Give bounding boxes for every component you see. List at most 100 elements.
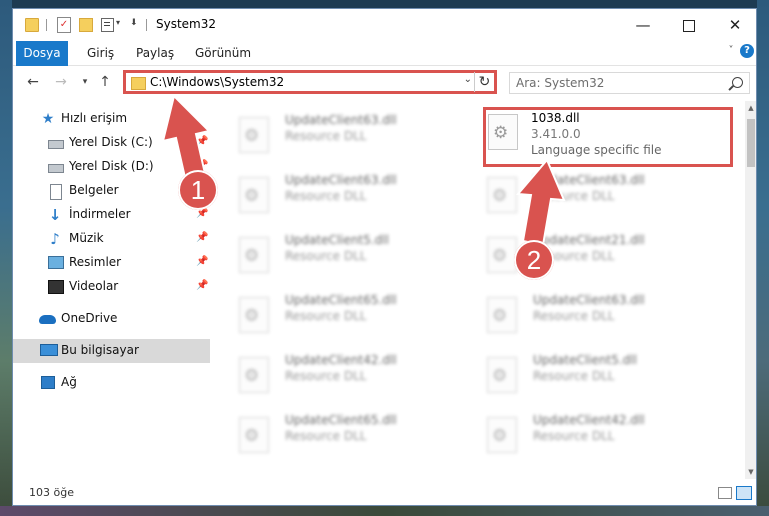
pin-icon[interactable]: 📌 [196,280,208,291]
minimize-button[interactable]: — [620,9,666,41]
sidebar-item-label: Belgeler [69,183,119,197]
dll-file-icon [487,237,517,273]
list-item[interactable]: UpdateClient65.dll Resource DLL [213,409,447,465]
tab-view[interactable]: Görünüm [195,41,251,65]
sidebar-item-music[interactable]: ♪ Müzik 📌 [13,227,210,251]
sidebar-item-downloads[interactable]: ↓ İndirmeler 📌 [13,203,210,227]
list-item[interactable]: UpdateClient63.dll Resource DLL [461,169,695,225]
refresh-button[interactable]: ↻ [474,72,494,92]
file-name: UpdateClient63.dll [285,173,397,187]
dll-file-icon [239,237,269,273]
maximize-button[interactable] [666,9,712,41]
file-type: Resource DLL [285,129,367,143]
pin-icon[interactable]: 📌 [196,256,208,267]
tab-home[interactable]: Giriş [87,41,114,65]
file-type: Resource DLL [533,309,615,323]
navigation-bar: ← → ▾ ↑ C:\Windows\System32 ⌄ ↻ Ara: Sys… [13,66,756,100]
quick-access-dropdown-icon[interactable]: ▾ [116,18,120,27]
sidebar-item-this-pc[interactable]: Bu bilgisayar [13,339,210,363]
help-icon[interactable]: ? [740,44,754,58]
file-list: UpdateClient63.dll Resource DLL UpdateCl… [213,101,741,477]
customize-toolbar-icon[interactable]: ⬇ [130,18,138,28]
list-item[interactable]: UpdateClient5.dll Resource DLL [461,349,695,405]
tab-share[interactable]: Paylaş [136,41,174,65]
forward-button[interactable]: → [51,72,71,92]
dll-file-icon [487,297,517,333]
list-item[interactable]: UpdateClient42.dll Resource DLL [461,409,695,465]
search-placeholder: Ara: System32 [516,76,605,90]
scroll-thumb[interactable] [747,119,755,167]
file-type: Resource DLL [533,429,615,443]
sidebar-item-quick-access[interactable]: ★ Hızlı erişim [13,107,210,131]
list-item[interactable]: UpdateClient5.dll Resource DLL [213,229,447,285]
list-item[interactable]: UpdateClient63.dll Resource DLL [213,109,447,165]
sidebar-item-network[interactable]: Ağ [13,371,210,395]
sidebar-item-onedrive[interactable]: OneDrive [13,307,210,331]
new-folder-icon[interactable] [79,18,93,32]
pin-icon[interactable]: 📌 [196,136,208,147]
pin-icon[interactable]: 📌 [196,232,208,243]
sidebar-item-pictures[interactable]: Resimler 📌 [13,251,210,275]
back-button[interactable]: ← [23,72,43,92]
list-item[interactable]: UpdateClient63.dll Resource DLL [213,169,447,225]
desktop-background-bottom [0,506,769,516]
sidebar-item-local-disk-c[interactable]: Yerel Disk (C:) 📌 [13,131,210,155]
status-bar: 103 öğe [13,481,756,505]
properties-check-icon[interactable]: ✓ [57,17,71,33]
sidebar-item-label: Bu bilgisayar [61,343,139,357]
address-bar[interactable]: C:\Windows\System32 ⌄ ↻ [123,70,497,94]
drive-icon [48,140,64,149]
file-type: Resource DLL [285,429,367,443]
file-type: Resource DLL [285,189,367,203]
close-button[interactable]: ✕ [712,9,756,41]
ribbon: Dosya Giriş Paylaş Görünüm ˅ ? [13,41,756,97]
sidebar-item-local-disk-d[interactable]: Yerel Disk (D:) 📌 [13,155,210,179]
separator [146,19,147,31]
navigation-pane: ★ Hızlı erişim Yerel Disk (C:) 📌 Yerel D… [13,101,210,479]
tiles-view-icon[interactable] [736,486,752,500]
list-item[interactable]: UpdateClient21.dll Resource DLL [461,229,695,285]
search-icon[interactable] [732,77,743,88]
file-type: Resource DLL [285,309,367,323]
file-type: Resource DLL [533,369,615,383]
dll-file-icon [487,417,517,453]
properties-icon[interactable] [101,18,114,32]
file-name: UpdateClient65.dll [285,413,397,427]
folder-icon [131,77,146,90]
sidebar-item-label: Ağ [61,375,77,389]
file-name: UpdateClient42.dll [533,413,645,427]
dll-file-icon [487,357,517,393]
expand-ribbon-icon[interactable]: ˅ [724,45,738,59]
cloud-icon [39,315,56,324]
file-type: Language specific file [531,143,662,157]
address-dropdown-icon[interactable]: ⌄ [464,74,472,85]
file-name: UpdateClient63.dll [533,293,645,307]
documents-icon [50,184,62,200]
recent-locations-button[interactable]: ▾ [75,72,95,92]
sidebar-item-label: Yerel Disk (D:) [69,159,154,173]
vertical-scrollbar[interactable]: ▲ ▼ [745,101,756,479]
up-button[interactable]: ↑ [95,72,115,92]
sidebar-item-videos[interactable]: Videolar 📌 [13,275,210,299]
highlighted-file-1038-dll[interactable]: 1038.dll 3.41.0.0 Language specific file [483,107,733,167]
scroll-up-icon[interactable]: ▲ [745,101,756,115]
step-2-badge: 2 [514,240,554,280]
dll-file-icon [239,357,269,393]
window-title: System32 [156,17,217,31]
file-explorer-window: ✓ ▾ ⬇ System32 — ✕ Dosya Giriş Paylaş Gö… [12,8,757,506]
dll-file-icon [239,117,269,153]
address-path[interactable]: C:\Windows\System32 [150,75,284,89]
desktop-background-right [757,0,769,516]
sidebar-item-label: Yerel Disk (C:) [69,135,153,149]
list-item[interactable]: UpdateClient63.dll Resource DLL [461,289,695,345]
list-item[interactable]: UpdateClient42.dll Resource DLL [213,349,447,405]
sidebar-item-label: Müzik [69,231,104,245]
file-type: Resource DLL [285,249,367,263]
file-name: UpdateClient63.dll [285,113,397,127]
sidebar-item-label: Hızlı erişim [61,111,128,125]
file-version: 3.41.0.0 [531,127,581,141]
details-view-icon[interactable] [718,487,732,499]
scroll-down-icon[interactable]: ▼ [745,465,756,479]
list-item[interactable]: UpdateClient65.dll Resource DLL [213,289,447,345]
search-input[interactable]: Ara: System32 [509,72,750,94]
